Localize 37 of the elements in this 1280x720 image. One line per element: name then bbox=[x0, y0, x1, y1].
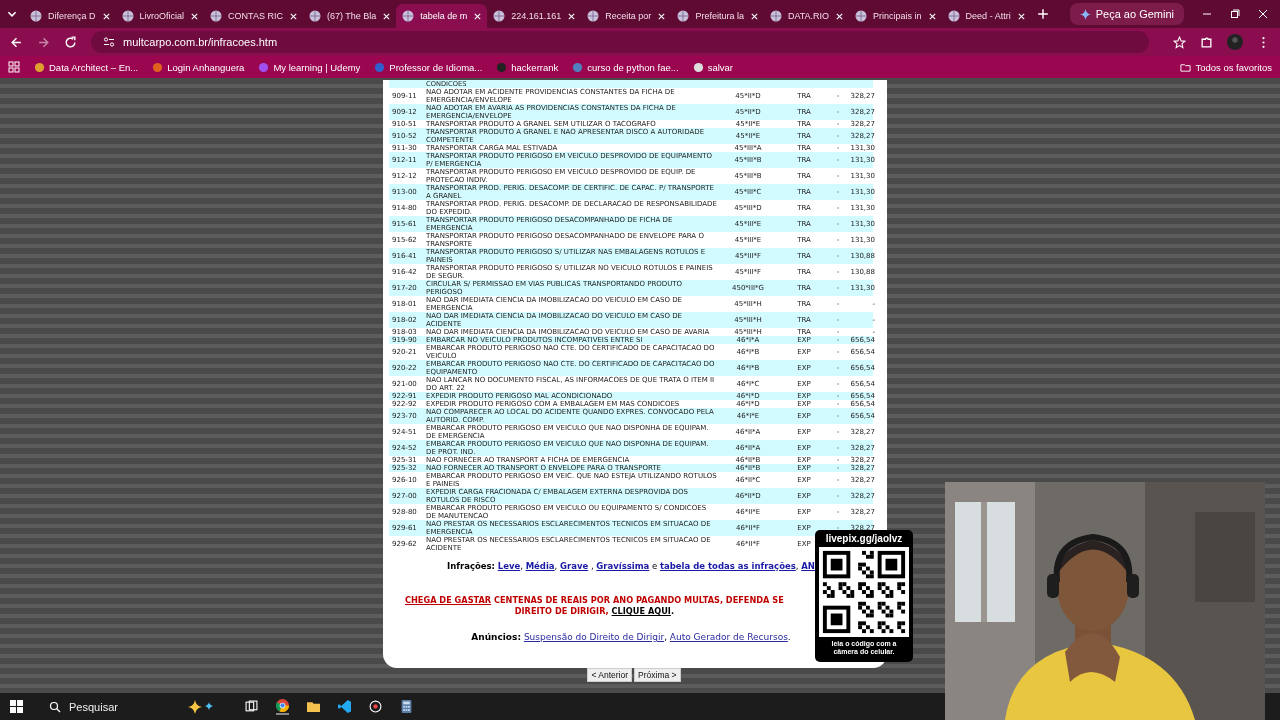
browser-tab[interactable]: tabela de m bbox=[396, 4, 488, 28]
link[interactable]: Grave bbox=[560, 561, 589, 571]
browser-tab[interactable]: Diferença D bbox=[24, 4, 116, 28]
bookmark[interactable]: My learning | Udemy bbox=[258, 61, 361, 73]
bookmark[interactable]: Professor de Idioma... bbox=[374, 61, 483, 73]
browser-tab[interactable]: Deed - Attri bbox=[941, 4, 1031, 28]
page-nav-button[interactable]: Próxima > bbox=[634, 668, 681, 682]
link[interactable]: tabela de todas as infrações bbox=[659, 561, 796, 571]
bookmark[interactable]: salvar bbox=[692, 61, 733, 73]
ads-text: Anúncios: Suspensão do Direito de Dirigir, Auto Gerador de Recursos. bbox=[471, 632, 791, 642]
bookmark[interactable]: hackerrank bbox=[496, 61, 559, 73]
browser-tab[interactable]: (67) The Bla bbox=[302, 4, 397, 28]
browser-tab[interactable]: CONTAS RIC bbox=[204, 4, 303, 28]
address-bar[interactable]: multcarpo.com.br/infracoes.htm bbox=[91, 31, 1149, 53]
taskbar-search-field[interactable]: Pesquisar bbox=[67, 699, 181, 714]
browser-tab[interactable]: Prefeitura la bbox=[671, 4, 764, 28]
promo-text: CHEGA DE GASTAR CENTENAS DE REAIS POR ANO PAGANDO MULTAS, DEFENDA SE DIREITO DE DIRIGIR, CLIQUE AQUI. bbox=[404, 595, 784, 617]
bookmark[interactable]: Login Anhanguera bbox=[152, 61, 245, 73]
bookmark[interactable]: curso de python fae... bbox=[572, 61, 679, 73]
browser-tab[interactable]: Receita por bbox=[581, 4, 672, 28]
browser-tab[interactable]: Principais in bbox=[849, 4, 942, 28]
all-bookmarks-button[interactable]: Todos os favoritos bbox=[1180, 61, 1272, 73]
link[interactable]: CHEGA DE GASTAR bbox=[405, 595, 492, 605]
browser-tab[interactable]: 224.161.161 bbox=[487, 4, 582, 28]
qr-url: livepix.gg/jaolvz bbox=[825, 533, 903, 544]
link[interactable]: Suspensão do Direito de Dirigir bbox=[523, 632, 665, 642]
infractions-links-text: Infrações: Leve, Média, Grave , Gravíssima e tabela de todas as infrações, AN bbox=[447, 561, 815, 571]
browser-tab[interactable]: LivroOficial bbox=[115, 4, 205, 28]
link[interactable]: Média bbox=[525, 561, 555, 571]
gemini-button[interactable]: Peça ao Gemini bbox=[1069, 3, 1184, 25]
link[interactable]: AN bbox=[801, 561, 815, 571]
link[interactable]: CLIQUE AQUI bbox=[611, 606, 671, 616]
page-nav-button[interactable]: < Anterior bbox=[587, 668, 633, 682]
bookmark[interactable]: Data Architect – En... bbox=[34, 61, 139, 73]
link[interactable]: Gravíssima bbox=[596, 561, 650, 571]
link[interactable]: Auto Gerador de Recursos bbox=[669, 632, 788, 642]
browser-tab[interactable]: DATA.RIO bbox=[763, 4, 850, 28]
